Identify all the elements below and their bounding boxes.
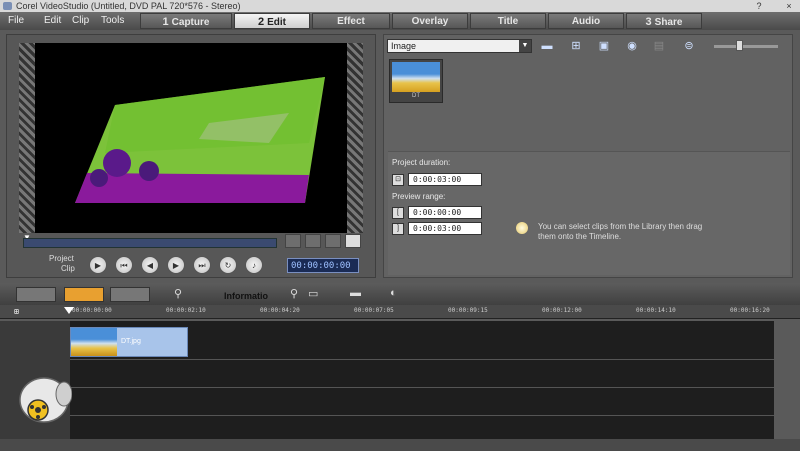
import-icon[interactable]: ⊞ [567,39,585,53]
capture-icon[interactable]: ▣ [595,39,613,53]
options-panel: Project duration: ⊡ 0:00:03:00 Preview r… [388,151,790,275]
ruler-tick: 00:00:09:15 [448,307,488,314]
smart-proxy-icon[interactable]: ◐ [390,287,397,299]
sort-icon[interactable]: ⊜ [680,39,698,53]
next-frame-button[interactable]: ▶ [167,256,185,274]
audio-view-button[interactable] [110,287,150,302]
app-logo-icon [3,2,12,10]
project-duration-label: Project duration: [392,158,451,167]
library-panel: Image ▼ ▬ ⊞ ▣ ◉ ▤ ⊜ DT Project duration:… [383,34,793,278]
ruler-tick: 00:00:14:10 [636,307,676,314]
tab-effect[interactable]: Effect [312,13,390,29]
zoom-slider-handle[interactable] [736,40,743,51]
timecode-field[interactable]: 00:00:00:00 [287,258,359,273]
tab-title[interactable]: Title [470,13,546,29]
preview-screen [19,43,363,233]
folder-icon[interactable]: ▬ [538,39,556,53]
help-button[interactable]: ? [752,0,766,12]
duration-icon: ⊡ [392,174,404,186]
timeline-scrollbar[interactable] [775,321,800,439]
ruler-tick: 00:00:12:00 [542,307,582,314]
hint-text: You can select clips from the Library th… [538,222,703,241]
ruler-tick: 00:00:04:20 [260,307,300,314]
mark-in-button[interactable] [285,234,301,248]
menu-clip[interactable]: Clip [72,15,89,26]
previous-frame-button[interactable]: ◀ [141,256,159,274]
range-end-icon: ] [392,223,404,235]
tab-edit[interactable]: 2 Edit [234,13,310,29]
zoom-out-icon[interactable]: ⚲ [174,287,182,300]
cut-clip-button[interactable] [325,234,341,248]
timeline-toolbar: ⚲ Informatio ⚲ ▭ ▬ ◐ [0,283,800,305]
preview-panel: ▼ Project Clip ▶ ⏮ ◀ ▶ ⏭ ↻ ♪ 00:00:00:00 [6,34,376,278]
thumbnail-image [392,62,440,92]
library-thumbnail[interactable]: DT [389,59,443,103]
preview-end-field[interactable]: 0:00:03:00 [408,222,482,235]
ruler-tick: 00:00:00:00 [72,307,112,314]
volume-button[interactable]: ♪ [245,256,263,274]
window-title: Corel VideoStudio (Untitled, DVD PAL 720… [16,1,241,11]
tab-audio[interactable]: Audio [548,13,624,29]
ruler-tick: 00:00:16:20 [730,307,770,314]
track-divider [70,415,774,416]
timeline-clip[interactable]: DT.jpg [70,327,188,357]
timeline-ruler[interactable]: ⊞ 00:00:00:00 00:00:02:10 00:00:04:20 00… [0,305,800,319]
window-titlebar: Corel VideoStudio (Untitled, DVD PAL 720… [0,0,800,12]
fit-project-icon[interactable]: ▭ [308,287,318,300]
project-duration-field[interactable]: 0:00:03:00 [408,173,482,186]
track-divider [70,387,774,388]
disabled-icon: ▤ [653,40,665,52]
lightbulb-icon [516,222,528,234]
tab-share[interactable]: 3 Share [626,13,702,29]
insert-media-icon[interactable]: ▬ [350,287,361,299]
tab-capture[interactable]: 1 Capture [140,13,232,29]
tab-overlay[interactable]: Overlay [392,13,468,29]
track-divider [70,359,774,360]
clip-label: DT.jpg [121,338,141,345]
end-button[interactable]: ⏭ [193,256,211,274]
mode-clip-label[interactable]: Clip [61,264,75,273]
timeline-tracks[interactable]: DT.jpg [70,321,774,439]
close-button[interactable]: × [782,0,796,12]
record-icon[interactable]: ◉ [623,39,641,53]
repeat-button[interactable]: ↻ [219,256,237,274]
ruler-tick: 00:00:07:05 [354,307,394,314]
playhead-icon[interactable] [64,307,74,314]
preview-start-field[interactable]: 0:00:00:00 [408,206,482,219]
menu-tools[interactable]: Tools [101,15,124,26]
storyboard-view-button[interactable] [16,287,56,302]
menu-file[interactable]: File [8,15,24,26]
preview-range-label: Preview range: [392,192,446,201]
preview-image [75,77,325,203]
range-start-icon: [ [392,207,404,219]
thumbnail-label: DT [412,93,420,99]
zoom-in-icon[interactable]: ⚲ [290,287,298,300]
mark-out-button[interactable] [305,234,321,248]
information-label: Informatio [224,291,268,301]
clip-thumbnail [71,328,117,356]
home-button[interactable]: ⏮ [115,256,133,274]
timeline-view-button[interactable] [64,287,104,302]
thumbnail-zoom-slider[interactable] [714,45,778,48]
track-toggle-icon[interactable]: ⊞ [14,307,19,316]
preview-scrubber[interactable] [23,238,277,248]
menu-edit[interactable]: Edit [44,15,61,26]
mascot-logo-icon [19,377,72,423]
timeline-bottom-bar [0,439,800,451]
ruler-tick: 00:00:02:10 [166,307,206,314]
library-category-select[interactable]: Image ▼ [387,39,532,53]
mode-project-label[interactable]: Project [49,254,74,263]
enlarge-button[interactable] [345,234,361,248]
chevron-down-icon: ▼ [519,40,531,52]
play-button[interactable]: ▶ [89,256,107,274]
